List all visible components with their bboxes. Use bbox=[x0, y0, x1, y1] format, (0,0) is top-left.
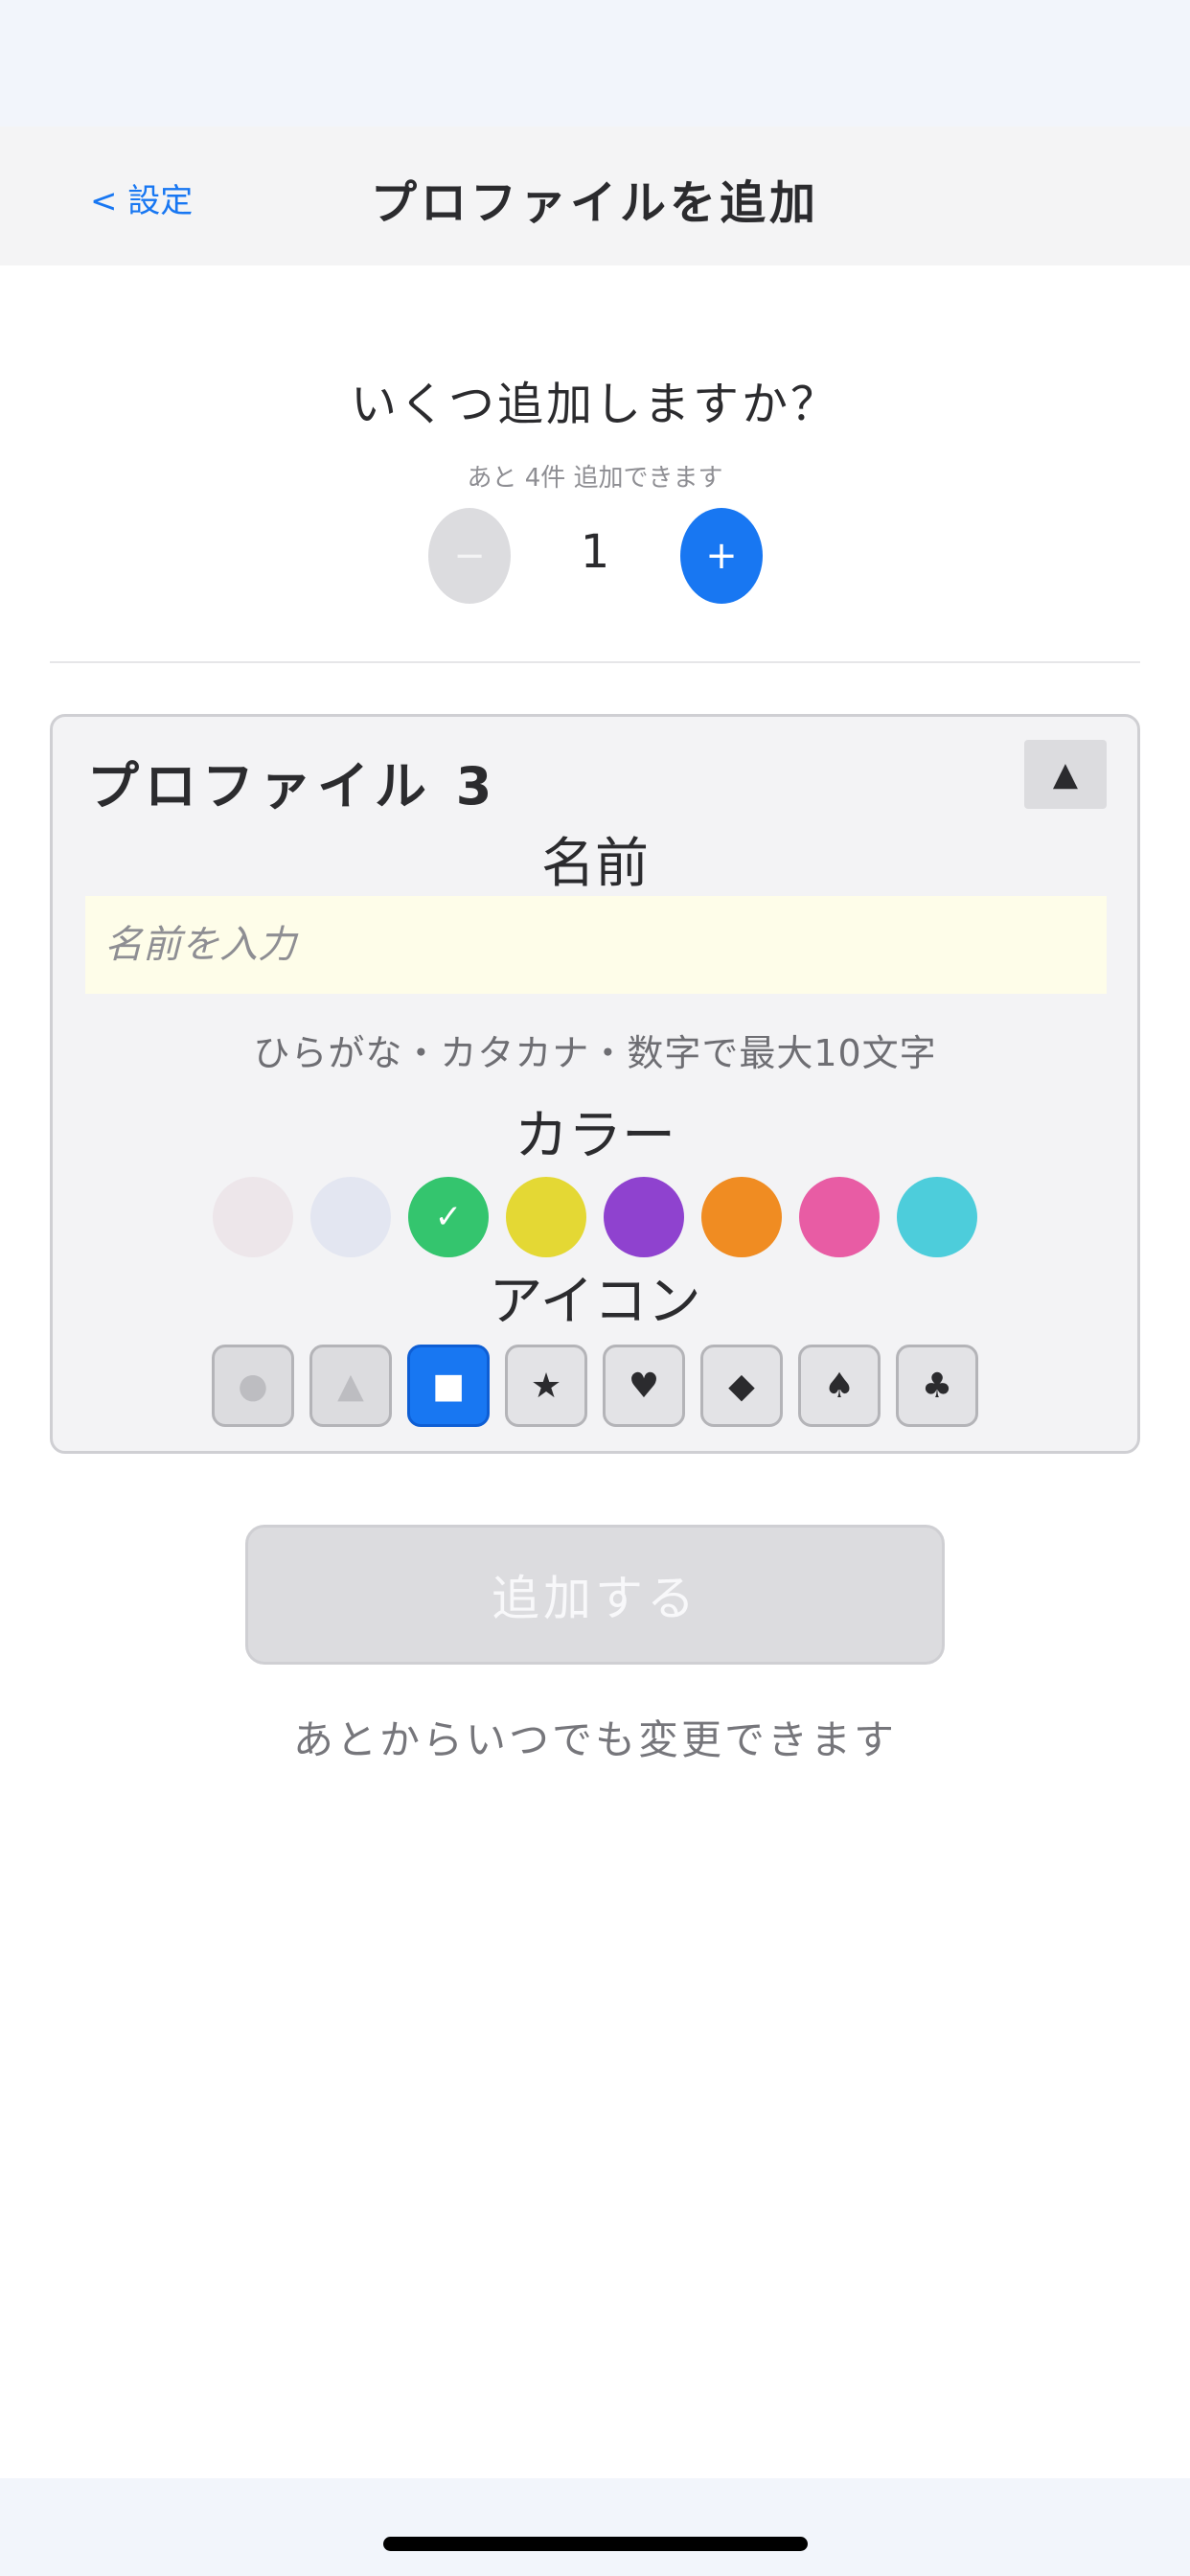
color-label: カラー bbox=[515, 1105, 675, 1167]
icon-option-spade[interactable]: ♠ bbox=[798, 1345, 881, 1427]
star-icon: ★ bbox=[530, 1366, 562, 1406]
color-swatch-green[interactable]: ✓ bbox=[408, 1177, 489, 1257]
color-swatch-pink[interactable] bbox=[799, 1177, 880, 1257]
color-picker: ✓ bbox=[53, 1177, 1137, 1257]
icon-option-triangle[interactable]: ▲ bbox=[309, 1345, 392, 1427]
icon-label: アイコン bbox=[489, 1271, 701, 1333]
name-input[interactable] bbox=[85, 896, 1107, 994]
color-swatch-pale-pink[interactable] bbox=[213, 1177, 293, 1257]
profile-card: プロファイル 3 ▲ 名前 ひらがな・カタカナ・数字で最大10文字 カラー ✓ … bbox=[50, 714, 1140, 1454]
icon-option-club[interactable]: ♣ bbox=[896, 1345, 978, 1427]
bottom-safe-area bbox=[0, 2478, 1190, 2576]
profile-title: プロファイル 3 bbox=[87, 756, 498, 816]
icon-option-star[interactable]: ★ bbox=[505, 1345, 587, 1427]
icon-picker: ● ▲ ■ ★ ♥ ◆ ♠ ♣ bbox=[53, 1345, 1137, 1427]
home-indicator bbox=[383, 2537, 808, 2551]
increment-button[interactable]: + bbox=[680, 508, 763, 604]
decrement-button[interactable]: − bbox=[428, 508, 511, 604]
icon-option-square[interactable]: ■ bbox=[407, 1345, 490, 1427]
name-label: 名前 bbox=[541, 833, 649, 895]
count-value: 1 bbox=[580, 525, 610, 579]
count-question: いくつ追加しますか？ bbox=[350, 378, 839, 431]
icon-option-diamond[interactable]: ◆ bbox=[700, 1345, 783, 1427]
color-swatch-purple[interactable] bbox=[604, 1177, 684, 1257]
name-hint: ひらがな・カタカナ・数字で最大10文字 bbox=[253, 1032, 937, 1074]
diamond-icon: ◆ bbox=[728, 1366, 755, 1406]
heart-icon: ♥ bbox=[628, 1366, 660, 1406]
collapse-button[interactable]: ▲ bbox=[1024, 740, 1107, 809]
color-swatch-pale-blue[interactable] bbox=[310, 1177, 391, 1257]
icon-option-heart[interactable]: ♥ bbox=[603, 1345, 685, 1427]
color-swatch-cyan[interactable] bbox=[897, 1177, 977, 1257]
spade-icon: ♠ bbox=[823, 1366, 856, 1406]
club-icon: ♣ bbox=[921, 1366, 953, 1406]
checkmark-icon: ✓ bbox=[434, 1198, 463, 1236]
divider bbox=[50, 661, 1140, 663]
icon-option-circle[interactable]: ● bbox=[212, 1345, 294, 1427]
color-swatch-orange[interactable] bbox=[701, 1177, 782, 1257]
add-button[interactable]: 追加する bbox=[245, 1525, 945, 1665]
color-swatch-yellow[interactable] bbox=[506, 1177, 586, 1257]
square-icon: ■ bbox=[431, 1366, 465, 1406]
triangle-icon: ▲ bbox=[337, 1366, 364, 1406]
page-title: プロファイルを追加 bbox=[370, 176, 819, 230]
status-bar-area bbox=[0, 0, 1190, 126]
circle-icon: ● bbox=[238, 1366, 268, 1406]
remaining-count-text: あと 4件 追加できます bbox=[467, 464, 723, 493]
footer-note: あとからいつでも変更できます bbox=[292, 1716, 897, 1763]
